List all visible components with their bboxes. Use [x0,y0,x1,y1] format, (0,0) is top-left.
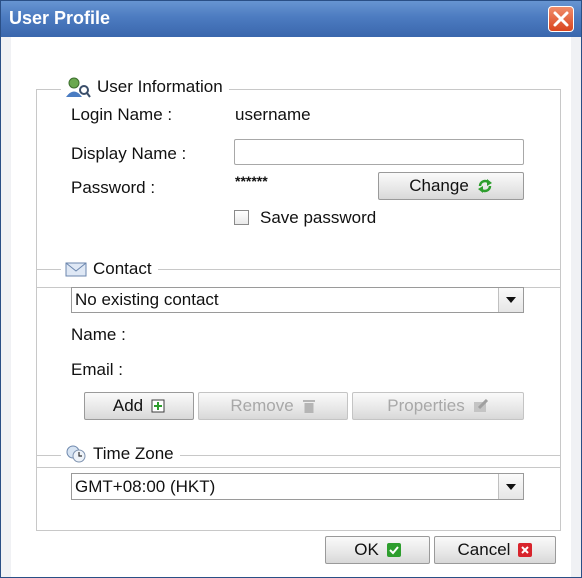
change-password-button[interactable]: Change [378,172,524,200]
time-zone-dropdown-arrow[interactable] [498,474,523,499]
add-button-label: Add [112,396,144,415]
save-password-label[interactable]: Save password [260,208,376,228]
close-button[interactable] [548,6,574,32]
time-zone-legend: Time Zone [61,443,180,465]
properties-button-label: Properties [387,396,465,415]
add-icon [151,399,165,413]
user-information-legend: User Information [61,76,229,98]
chevron-down-icon [506,483,516,490]
login-name-value: username [235,105,311,124]
trash-icon [302,399,316,414]
cancel-button[interactable]: Cancel [434,536,556,564]
contact-legend: Contact [61,258,158,280]
clock-icon [65,444,87,464]
contact-title: Contact [93,259,152,278]
add-contact-button[interactable]: Add [84,392,194,420]
contact-name-label: Name : [71,325,126,344]
remove-contact-button[interactable]: Remove [198,392,348,420]
dialog-title: User Profile [9,8,111,28]
contact-select[interactable]: No existing contact [71,287,524,313]
ok-button-label: OK [354,540,379,559]
user-icon [65,76,91,98]
title-bar: User Profile [1,1,581,37]
check-icon [386,543,401,557]
contact-properties-button[interactable]: Properties [352,392,524,420]
dialog-content: User Information Login Name : username D… [11,37,571,577]
remove-button-label: Remove [230,396,294,415]
password-label: Password : [71,178,156,197]
envelope-icon [65,261,87,277]
save-password-checkbox[interactable] [234,210,249,225]
contact-email-label: Email : [71,360,123,379]
password-value: ****** [235,173,268,189]
contact-dropdown-arrow[interactable] [498,288,523,312]
cancel-button-label: Cancel [457,540,511,559]
user-information-title: User Information [97,77,223,96]
contact-select-value: No existing contact [75,290,219,309]
cross-icon [518,543,533,557]
chevron-down-icon [506,297,516,303]
time-zone-select[interactable]: GMT+08:00 (HKT) [71,473,524,500]
time-zone-title: Time Zone [93,444,174,463]
display-name-input[interactable] [234,139,524,165]
edit-icon [473,399,489,413]
user-profile-dialog: User Profile User Information Login Name… [0,0,582,578]
change-button-label: Change [409,176,469,195]
display-name-label: Display Name : [71,144,187,163]
time-zone-select-value: GMT+08:00 (HKT) [75,476,216,496]
ok-button[interactable]: OK [325,536,430,564]
refresh-icon [477,178,493,194]
login-name-label: Login Name : [71,105,173,124]
close-icon [549,7,573,31]
